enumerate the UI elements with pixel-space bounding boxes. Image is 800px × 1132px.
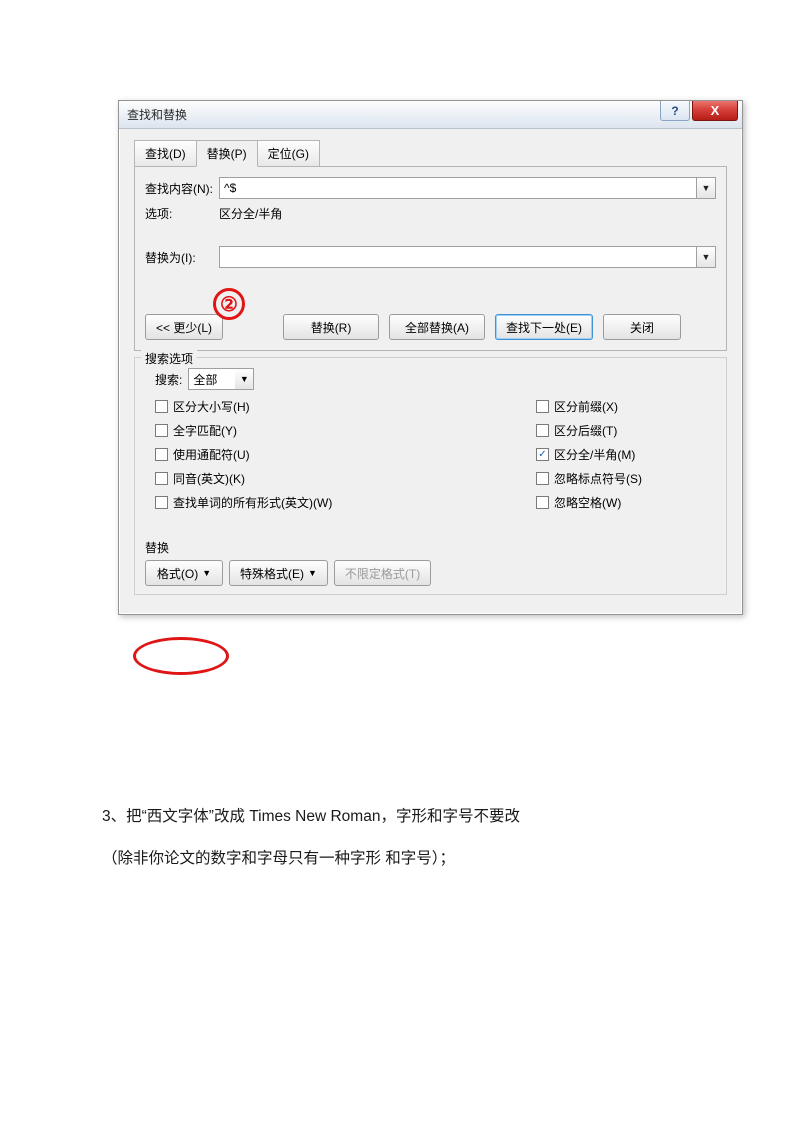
- replace-all-button[interactable]: 全部替换(A): [389, 314, 485, 340]
- search-scope-label: 搜索:: [155, 371, 182, 388]
- tab-body: 查找内容(N): ▼ 选项: 区分全/半角 替换为(I): ▼: [134, 166, 727, 351]
- check-width[interactable]: ✓区分全/半角(M): [536, 446, 716, 463]
- page: 查找和替换 ? X 查找(D) 替换(P) 定位(G) 查找内容(N): ▼: [0, 0, 800, 1132]
- search-scope-value: 全部: [189, 369, 235, 389]
- caret-down-icon: ▼: [202, 568, 211, 578]
- replace-button[interactable]: 替换(R): [283, 314, 379, 340]
- titlebar: 查找和替换 ? X: [119, 101, 742, 129]
- check-word-forms[interactable]: 查找单词的所有形式(英文)(W): [155, 494, 536, 511]
- tabstrip: 查找(D) 替换(P) 定位(G): [134, 139, 733, 166]
- find-label: 查找内容(N):: [145, 180, 219, 197]
- bottom-buttons: 格式(O)▼ 特殊格式(E)▼ 不限定格式(T): [145, 560, 710, 586]
- check-match-case[interactable]: 区分大小写(H): [155, 398, 536, 415]
- options-row: 选项: 区分全/半角: [145, 205, 716, 222]
- close-dialog-button[interactable]: 关闭: [603, 314, 681, 340]
- dialog-client: 查找(D) 替换(P) 定位(G) 查找内容(N): ▼ 选项: 区分全/半角: [119, 129, 742, 614]
- check-whole-word[interactable]: 全字匹配(Y): [155, 422, 536, 439]
- close-button[interactable]: X: [692, 101, 738, 121]
- replace-label: 替换为(I):: [145, 249, 219, 266]
- check-ignore-punct[interactable]: 忽略标点符号(S): [536, 470, 716, 487]
- replace-row: 替换为(I): ▼: [145, 246, 716, 268]
- instruction-line-2: （除非你论文的数字和字母只有一种字形 和字号）；: [102, 838, 702, 880]
- checks-left: 区分大小写(H) 全字匹配(Y) 使用通配符(U) 同音(英文)(K) 查找单词…: [155, 398, 536, 511]
- find-replace-dialog: 查找和替换 ? X 查找(D) 替换(P) 定位(G) 查找内容(N): ▼: [118, 100, 743, 615]
- find-combo: ▼: [219, 177, 716, 199]
- instruction-line-1: 3、把“西文字体”改成 Times New Roman，字形和字号不要改: [102, 796, 702, 838]
- caret-down-icon: ▼: [308, 568, 317, 578]
- find-input[interactable]: [219, 177, 696, 199]
- no-format-button: 不限定格式(T): [334, 560, 431, 586]
- search-options-legend: 搜索选项: [141, 350, 197, 367]
- check-ignore-space[interactable]: 忽略空格(W): [536, 494, 716, 511]
- replace-section-label: 替换: [145, 539, 716, 556]
- search-scope-row: 搜索: 全部 ▼: [155, 368, 716, 390]
- replace-dropdown-icon[interactable]: ▼: [696, 246, 716, 268]
- replace-combo: ▼: [219, 246, 716, 268]
- find-dropdown-icon[interactable]: ▼: [696, 177, 716, 199]
- options-label: 选项:: [145, 205, 219, 222]
- less-button[interactable]: << 更少(L): [145, 314, 223, 340]
- help-button[interactable]: ?: [660, 101, 690, 121]
- tab-find[interactable]: 查找(D): [134, 140, 197, 167]
- check-wildcards[interactable]: 使用通配符(U): [155, 446, 536, 463]
- annotation-circle-2: ②: [213, 288, 245, 320]
- check-sounds-like[interactable]: 同音(英文)(K): [155, 470, 536, 487]
- options-value: 区分全/半角: [219, 205, 282, 222]
- check-prefix[interactable]: 区分前缀(X): [536, 398, 716, 415]
- format-button[interactable]: 格式(O)▼: [145, 560, 223, 586]
- find-row: 查找内容(N): ▼: [145, 177, 716, 199]
- window-controls: ? X: [660, 101, 742, 128]
- find-next-button[interactable]: 查找下一处(E): [495, 314, 593, 340]
- annotation-ellipse-format: [133, 637, 229, 675]
- search-scope-combo[interactable]: 全部 ▼: [188, 368, 254, 390]
- checkbox-columns: 区分大小写(H) 全字匹配(Y) 使用通配符(U) 同音(英文)(K) 查找单词…: [145, 398, 716, 511]
- tab-goto[interactable]: 定位(G): [257, 140, 320, 167]
- instruction-text: 3、把“西文字体”改成 Times New Roman，字形和字号不要改 （除非…: [102, 796, 702, 880]
- check-suffix[interactable]: 区分后缀(T): [536, 422, 716, 439]
- replace-input[interactable]: [219, 246, 696, 268]
- chevron-down-icon: ▼: [235, 369, 253, 389]
- special-button[interactable]: 特殊格式(E)▼: [229, 560, 328, 586]
- checks-right: 区分前缀(X) 区分后缀(T) ✓区分全/半角(M) 忽略标点符号(S) 忽略空…: [536, 398, 716, 511]
- tab-replace[interactable]: 替换(P): [196, 140, 258, 167]
- search-options-group: 搜索选项 搜索: 全部 ▼ 区分大小写(H) 全字匹配(Y) 使用通配符(U) …: [134, 357, 727, 595]
- dialog-title: 查找和替换: [127, 106, 187, 123]
